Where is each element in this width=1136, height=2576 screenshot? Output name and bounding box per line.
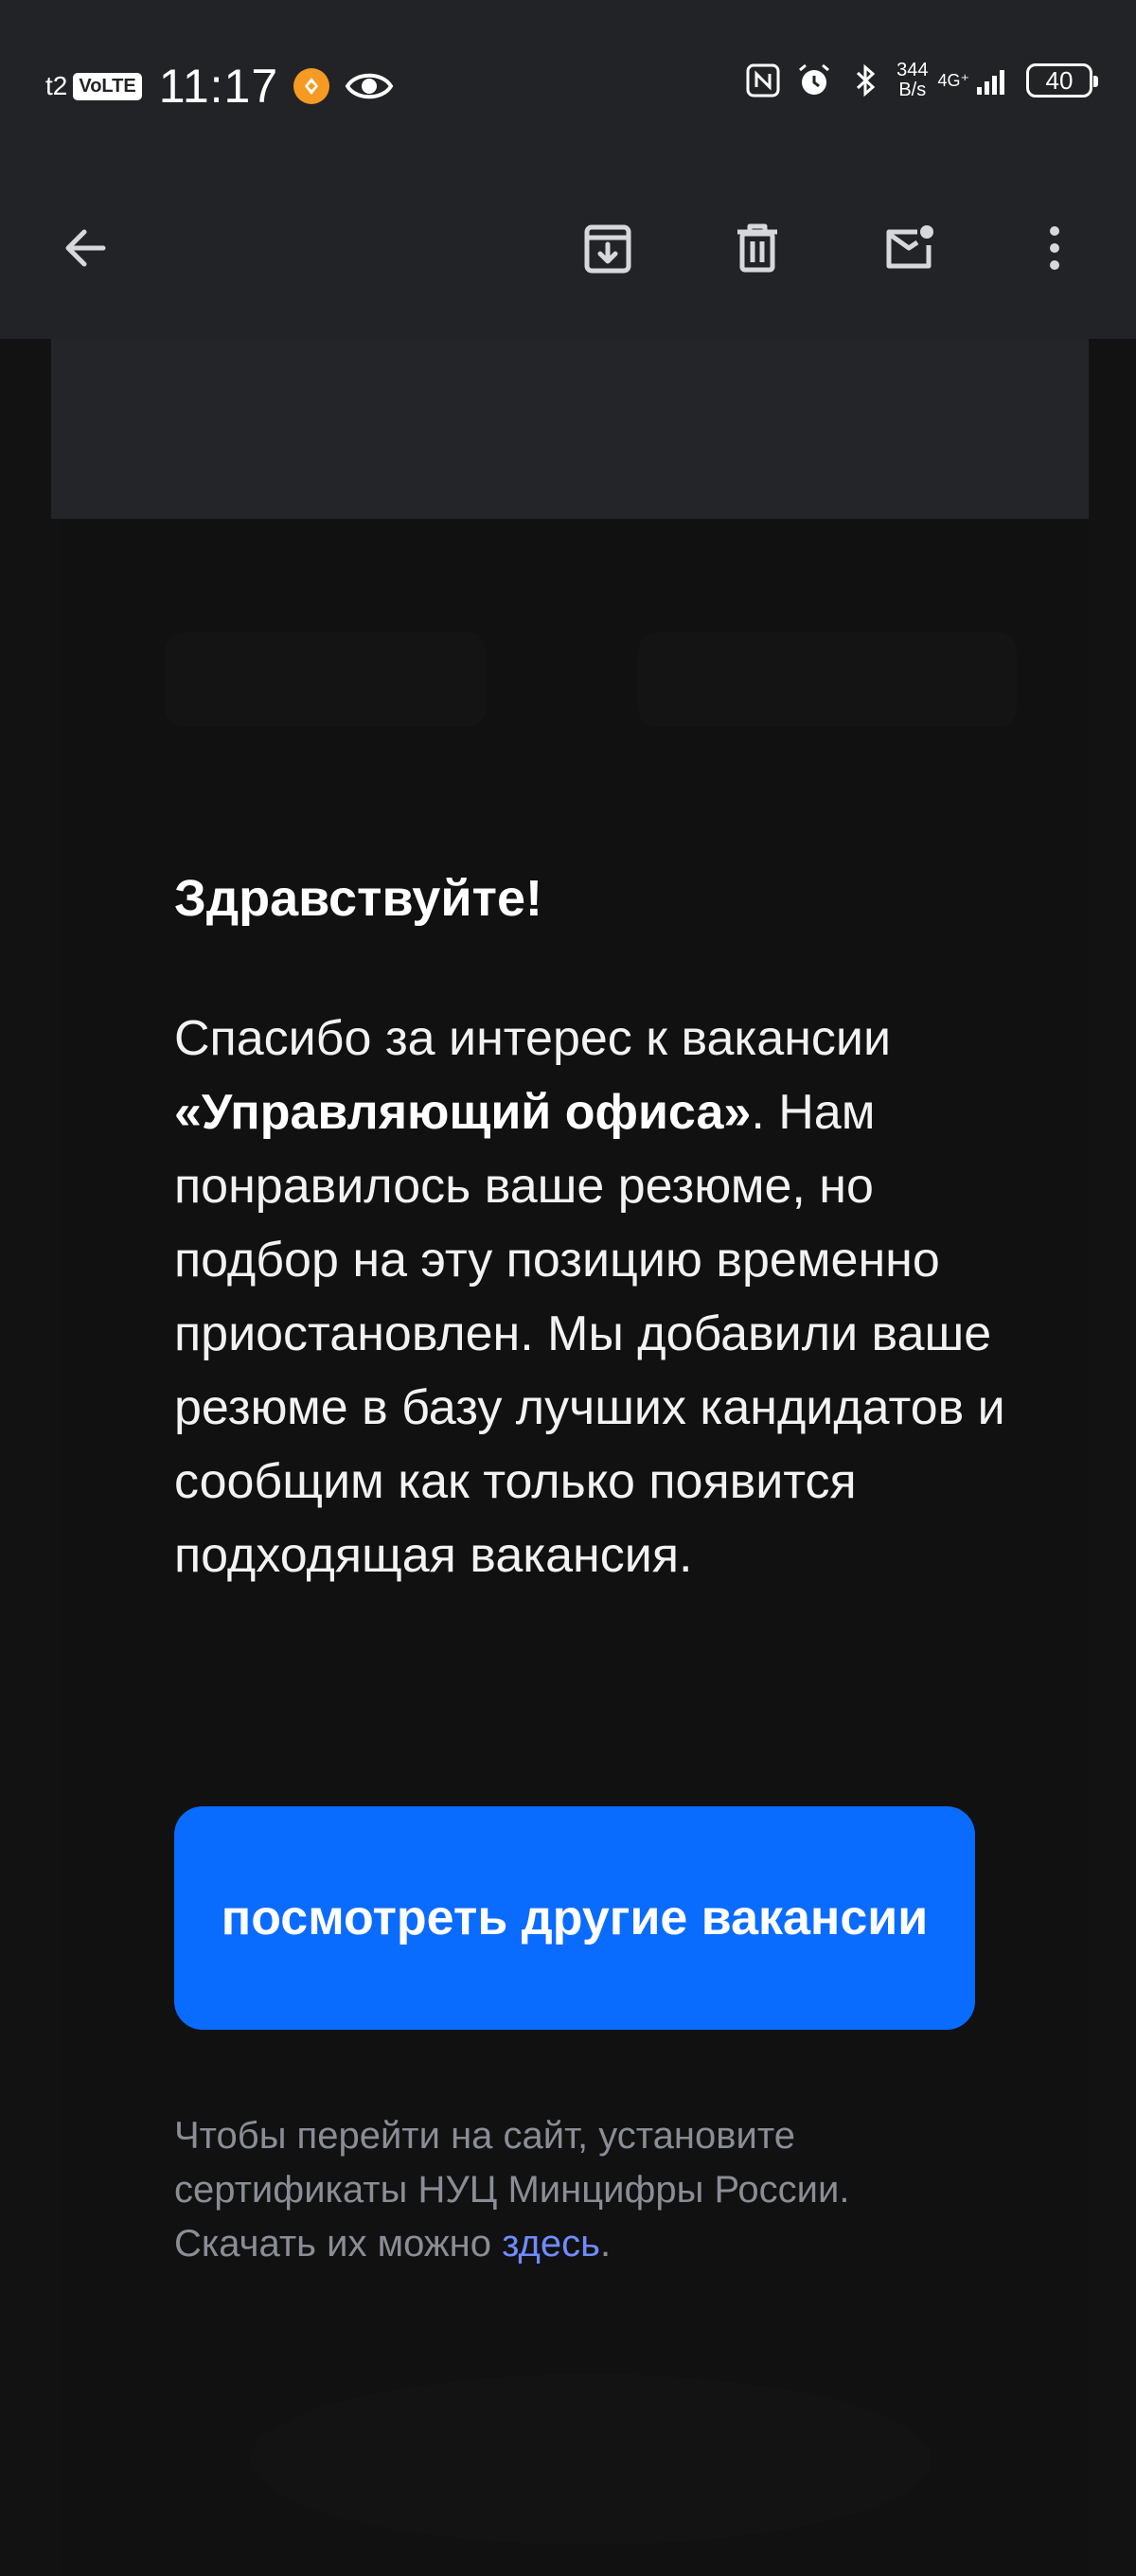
eye-icon (345, 73, 394, 99)
email-message-card: Здравствуйте! Спасибо за интерес к вакан… (61, 519, 1089, 2576)
greeting-heading: Здравствуйте! (174, 870, 542, 927)
email-body-text: Спасибо за интерес к вакансии «Управляющ… (174, 1002, 1026, 1592)
email-header-band (51, 339, 1089, 519)
battery-indicator: 40 (1026, 63, 1098, 98)
email-toolbar (0, 170, 1136, 339)
more-vertical-icon (1050, 226, 1059, 270)
certificate-download-link[interactable]: здесь (502, 2223, 600, 2265)
certificate-note-end: . (599, 2223, 612, 2265)
status-bar: t2 VoLTE 11:17 344 B/s 4G⁺ 40 (0, 0, 1136, 170)
archive-button[interactable] (560, 201, 655, 295)
faded-logo-image (165, 632, 1017, 727)
email-body-scroll[interactable]: Здравствуйте! Спасибо за интерес к вакан… (0, 339, 1136, 2576)
more-options-button[interactable] (1007, 201, 1102, 295)
trash-icon (737, 223, 777, 273)
back-button[interactable] (38, 201, 133, 295)
view-other-vacancies-button[interactable]: посмотреть другие вакансии (174, 1806, 975, 2030)
arrow-left-icon (65, 229, 106, 267)
network-speed: 344 B/s (896, 61, 928, 100)
alarm-icon (799, 63, 830, 95)
volte-badge: VoLTE (73, 72, 142, 100)
bluetooth-icon (857, 63, 876, 98)
signal-icon (977, 70, 1004, 95)
app-notification-icon (293, 68, 330, 104)
delete-button[interactable] (710, 201, 805, 295)
certificate-note: Чтобы перейти на сайт, установите сертиф… (174, 2109, 988, 2271)
body-text-rest: . Нам понравилось ваше резюме, но подбор… (174, 1085, 1005, 1583)
archive-icon (584, 224, 631, 274)
network-type: 4G⁺ (937, 70, 969, 90)
network-speed-unit: B/s (898, 80, 927, 100)
status-bar-right: 344 B/s 4G⁺ 40 (732, 61, 1098, 100)
mail-unread-icon (886, 225, 933, 269)
vacancy-title: «Управляющий офиса» (174, 1085, 752, 1140)
clock: 11:17 (158, 60, 279, 113)
network-speed-value: 344 (896, 60, 929, 80)
status-bar-left: t2 VoLTE 11:17 (45, 59, 394, 114)
carrier-label: t2 (45, 71, 68, 100)
faded-footer-image (250, 2374, 932, 2545)
body-text-intro: Спасибо за интерес к вакансии (174, 1011, 892, 1066)
nfc-icon (746, 63, 780, 98)
mark-unread-button[interactable] (861, 201, 956, 295)
